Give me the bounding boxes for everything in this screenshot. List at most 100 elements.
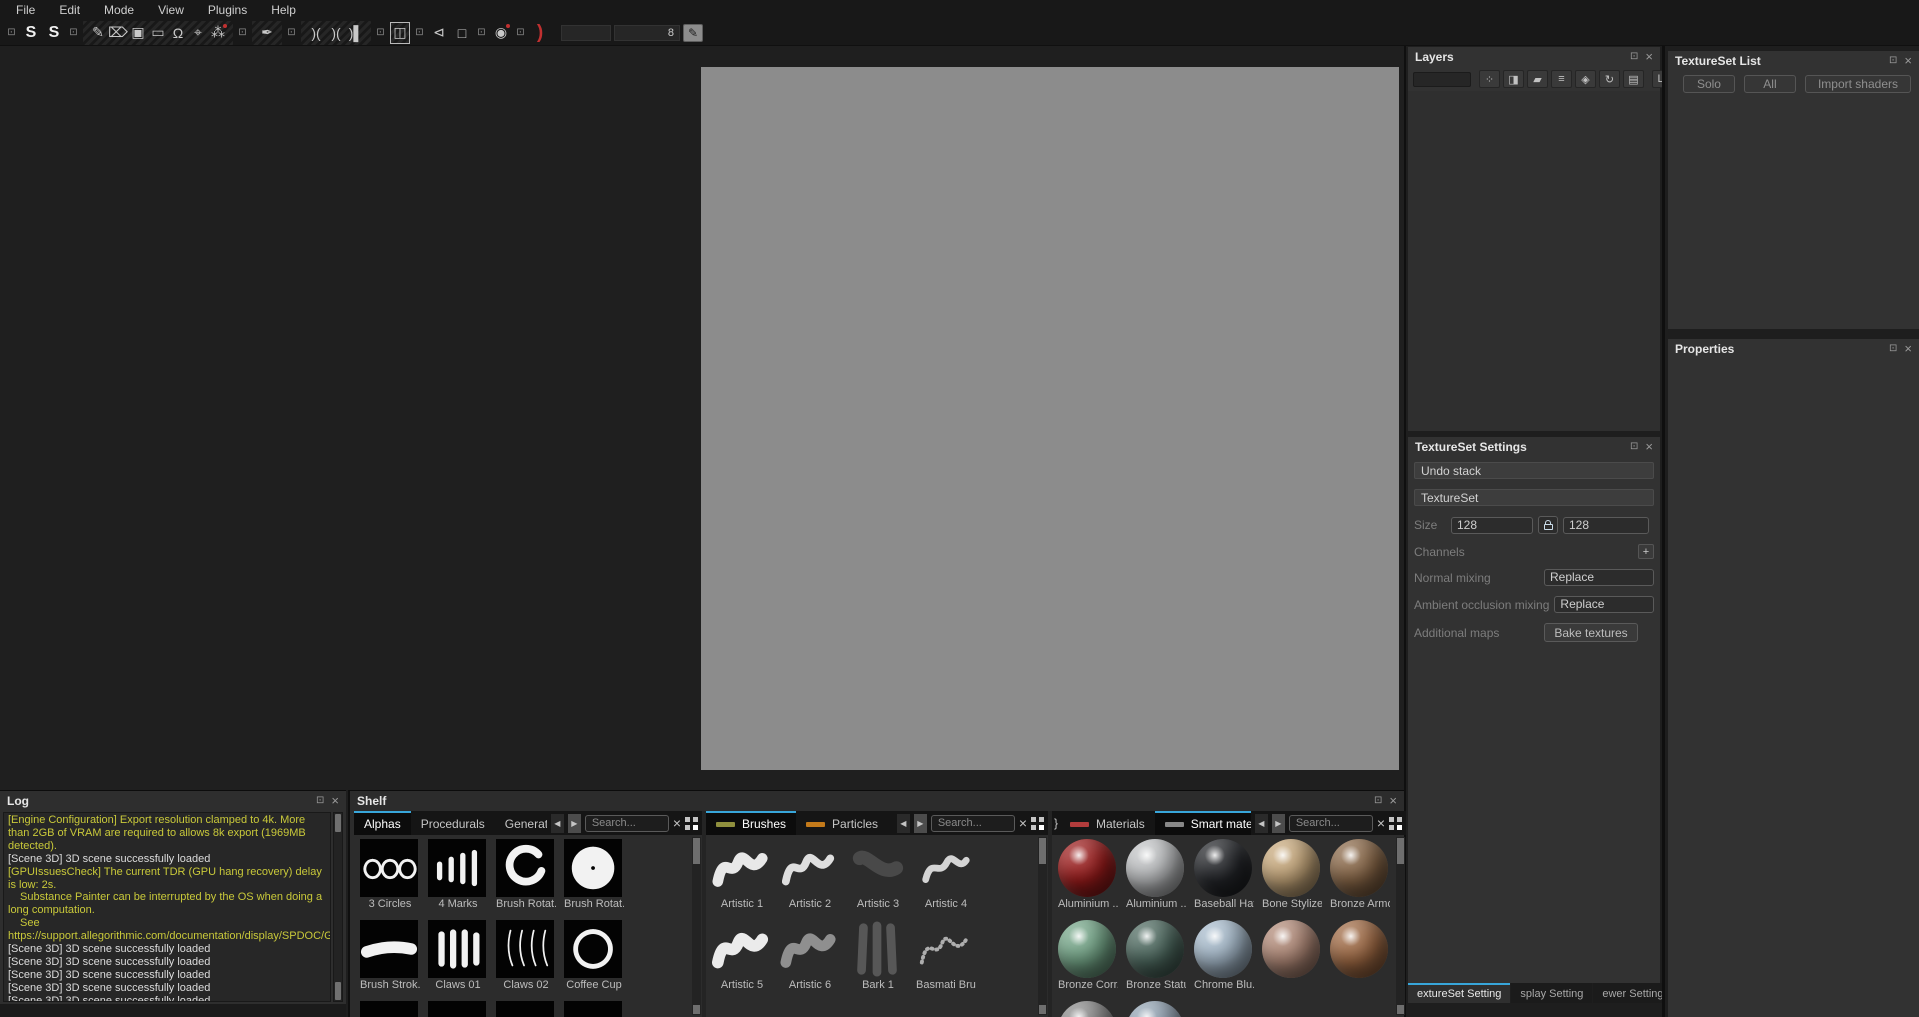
close-icon[interactable]: ×	[1389, 794, 1397, 807]
add-channel-icon[interactable]: +	[1638, 544, 1654, 559]
material-item[interactable]: Aluminium ...	[1058, 839, 1118, 912]
menu-item[interactable]: Help	[259, 1, 308, 19]
smudge-tool-icon[interactable]: Ω	[168, 22, 188, 44]
brush-item[interactable]: Basmati Brush	[916, 920, 976, 993]
scrollbar-thumb[interactable]	[335, 814, 341, 832]
scrollbar-thumb[interactable]	[693, 838, 700, 864]
material-item[interactable]	[1262, 920, 1322, 993]
ao-mixing-select[interactable]: Replace	[1554, 596, 1654, 613]
undo-stack-header[interactable]: Undo stack	[1414, 462, 1654, 479]
scrollbar-thumb[interactable]	[335, 982, 341, 1000]
popout-icon[interactable]: ⊡	[236, 22, 249, 44]
size-width-input[interactable]	[1451, 516, 1533, 534]
add-particle-layer-icon[interactable]: ⁘	[1479, 70, 1500, 88]
section-scrollbar[interactable]	[692, 837, 701, 1015]
clear-search-icon[interactable]: ×	[1377, 815, 1385, 831]
close-icon[interactable]: ×	[1645, 440, 1653, 453]
brush-item[interactable]: Artistic 6	[780, 920, 840, 993]
viewport-3d[interactable]	[701, 67, 1399, 770]
brush-item[interactable]	[916, 1001, 976, 1017]
material-item[interactable]: Bone Stylized	[1262, 839, 1322, 912]
shelf-tab[interactable]: Materials	[1060, 811, 1155, 835]
splitter-handle-icon[interactable]: }	[1052, 811, 1060, 835]
alpha-item[interactable]: Claws 02	[496, 920, 556, 993]
popout-icon[interactable]: ⊡	[285, 22, 298, 44]
shelf-tab[interactable]: Particles	[796, 811, 888, 835]
particles-tool-icon[interactable]: ⁂	[208, 22, 228, 44]
menu-item[interactable]: Mode	[92, 1, 146, 19]
layers-list[interactable]	[1408, 91, 1660, 431]
popout-icon[interactable]: ⊡	[1889, 56, 1897, 66]
alpha-item[interactable]	[360, 1001, 420, 1017]
paint-tool-icon[interactable]: ✎	[88, 22, 108, 44]
popout-icon[interactable]: ⊡	[1630, 442, 1638, 452]
brush-item[interactable]	[780, 1001, 840, 1017]
brush-item[interactable]: Artistic 2	[780, 839, 840, 912]
polygon-fill-tool-icon[interactable]: ▭	[148, 22, 168, 44]
popout-icon[interactable]: ⊡	[514, 22, 527, 44]
grid-view-icon[interactable]	[685, 816, 698, 830]
next-page-icon[interactable]: ▶	[567, 813, 581, 833]
normal-mixing-select[interactable]: Replace	[1544, 569, 1654, 586]
shelf-tab[interactable]: Brushes	[706, 811, 797, 835]
prev-page-icon[interactable]: ◀	[896, 813, 910, 833]
shelf-tab[interactable]: Smart materials	[1154, 811, 1251, 835]
alpha-item[interactable]	[496, 1001, 556, 1017]
scrollbar-button[interactable]	[1039, 1005, 1046, 1014]
pencil-edit-icon[interactable]: ✎	[683, 23, 703, 42]
eraser-tool-icon[interactable]: ▰	[1527, 70, 1548, 88]
popout-icon[interactable]: ⊡	[475, 22, 488, 44]
clear-search-icon[interactable]: ×	[1019, 815, 1027, 831]
popout-icon[interactable]: ⊡	[1374, 796, 1382, 806]
add-effect-icon[interactable]: ↻	[1599, 70, 1620, 88]
popout-icon[interactable]: ⊡	[413, 22, 426, 44]
menu-item[interactable]: Plugins	[196, 1, 259, 19]
close-icon[interactable]: ×	[331, 794, 339, 807]
textureset-list-button[interactable]: Solo	[1682, 75, 1735, 93]
prev-page-icon[interactable]: ◀	[550, 813, 564, 833]
material-item[interactable]	[1058, 1001, 1118, 1017]
symmetry-z-icon[interactable]: )▌	[346, 22, 366, 44]
quill-tool-icon[interactable]: ✒	[257, 22, 277, 44]
menu-item[interactable]: File	[4, 1, 47, 19]
capture-camera-icon[interactable]: ◉	[491, 22, 511, 44]
alpha-item[interactable]	[428, 1001, 488, 1017]
popout-icon[interactable]: ⊡	[374, 22, 387, 44]
brush-item[interactable]: Artistic 5	[712, 920, 772, 993]
view-mode-toggle-icon[interactable]: ◫	[390, 21, 410, 44]
menu-item[interactable]: Edit	[47, 1, 92, 19]
brush-item[interactable]: Bark 1	[848, 920, 908, 993]
brush-size-input[interactable]	[614, 24, 680, 41]
layers-filter-input[interactable]	[1413, 71, 1471, 87]
alpha-item[interactable]: Coffee Cup	[564, 920, 624, 993]
section-scrollbar[interactable]	[1396, 837, 1405, 1015]
log-scrollbar[interactable]	[333, 812, 343, 1002]
dock-tab[interactable]: splay Setting	[1511, 983, 1593, 1003]
search-input[interactable]	[930, 814, 1015, 832]
substance-logo-icon[interactable]: S	[21, 22, 41, 44]
clone-tool-icon[interactable]: ⌖	[188, 22, 208, 44]
grid-view-icon[interactable]	[1389, 816, 1402, 830]
alpha-item[interactable]: 4 Marks	[428, 839, 488, 912]
symmetry-x-icon[interactable]: )(	[306, 22, 326, 44]
material-item[interactable]: Chrome Blu...	[1194, 920, 1254, 993]
alpha-item[interactable]: Brush Rotat...	[496, 839, 556, 912]
search-input[interactable]	[584, 814, 669, 832]
close-icon[interactable]: ×	[1904, 342, 1912, 355]
popout-icon[interactable]: ⊡	[316, 796, 324, 806]
scrollbar-button[interactable]	[693, 1005, 700, 1014]
scrollbar-thumb[interactable]	[1397, 838, 1404, 864]
alpha-item[interactable]	[564, 1001, 624, 1017]
symmetry-y-icon[interactable]: )(	[326, 22, 346, 44]
brush-size-track[interactable]	[561, 24, 611, 41]
dock-tab[interactable]: ewer Setting	[1593, 983, 1673, 1003]
shelf-tab[interactable]: Generators	[495, 811, 547, 835]
close-icon[interactable]: ×	[1904, 54, 1912, 67]
lock-icon[interactable]	[1538, 516, 1558, 534]
add-layer-icon[interactable]: ≡	[1551, 70, 1572, 88]
prev-page-icon[interactable]: ◀	[1254, 813, 1268, 833]
popout-icon[interactable]: ⊡	[67, 22, 80, 44]
brush-item[interactable]	[712, 1001, 772, 1017]
scrollbar-thumb[interactable]	[1039, 838, 1046, 864]
alpha-item[interactable]: 3 Circles	[360, 839, 420, 912]
